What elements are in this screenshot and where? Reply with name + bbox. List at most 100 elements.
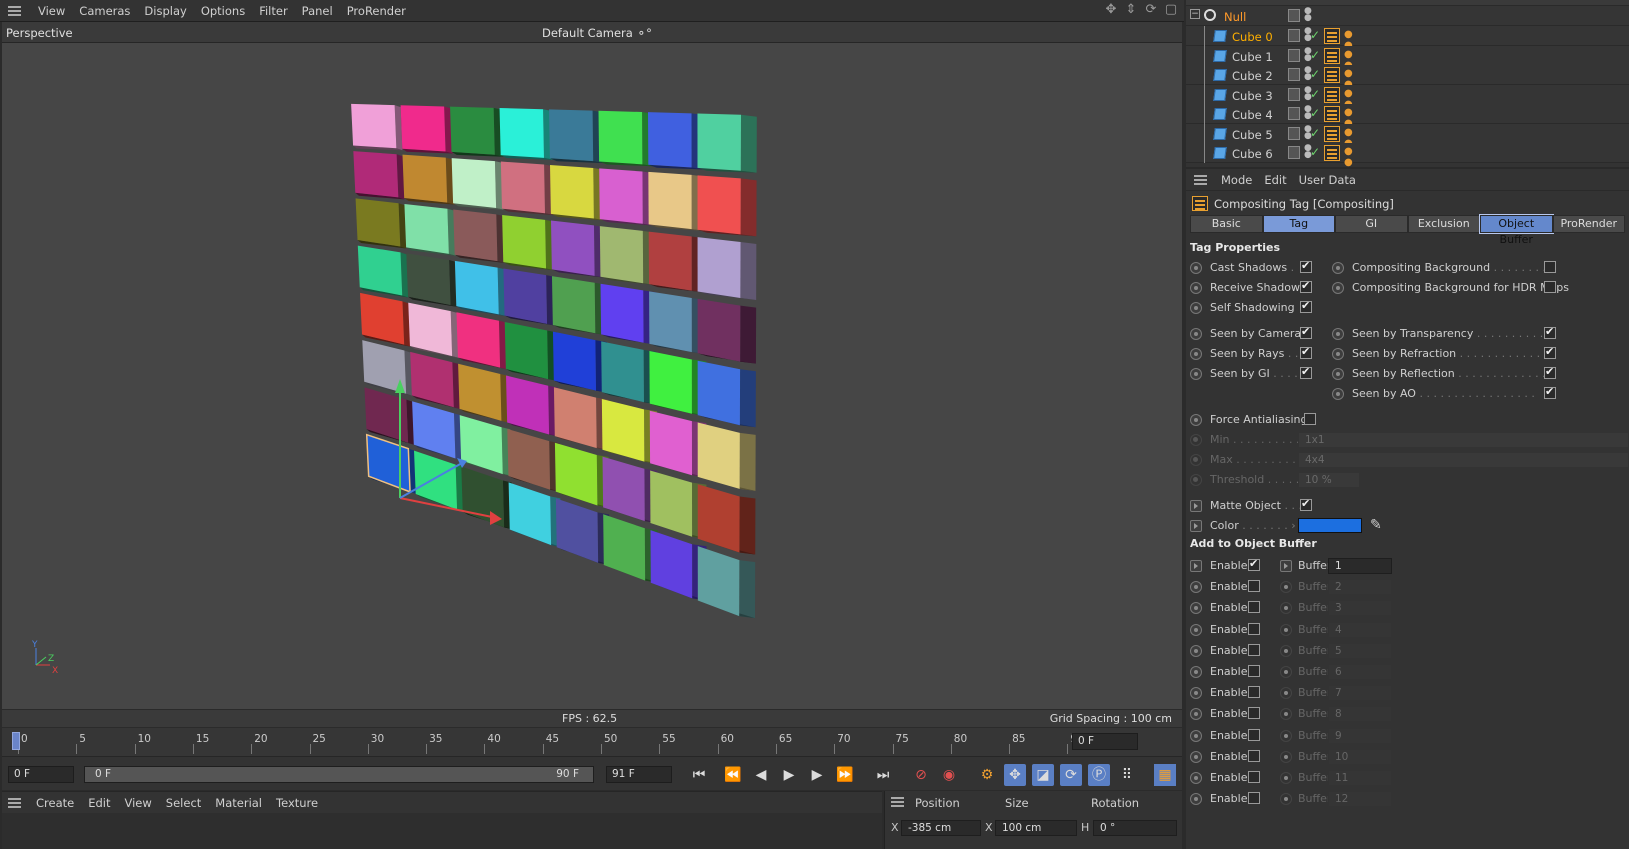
- seen-by-ao-checkbox[interactable]: [1544, 385, 1556, 399]
- cube-face[interactable]: [458, 363, 502, 421]
- editor-visibility-icon[interactable]: [1288, 68, 1300, 81]
- cube-wall-scene[interactable]: Y Z X: [2, 43, 1182, 709]
- cube-face[interactable]: [450, 106, 495, 155]
- keyframe-selection-icon[interactable]: ⚙: [976, 764, 998, 786]
- editor-visibility-icon[interactable]: [1288, 126, 1300, 140]
- rotate-view-icon[interactable]: ⟳: [1144, 3, 1158, 17]
- coord-menu-icon[interactable]: [891, 797, 904, 807]
- end-frame-field[interactable]: 91 F: [606, 766, 672, 783]
- menu-hamburger-icon[interactable]: [8, 5, 21, 16]
- buffer-id-field[interactable]: 1: [1328, 558, 1392, 574]
- buffer-enable-checkbox[interactable]: [1248, 771, 1260, 783]
- object-row[interactable]: Cube 4 ●● ✓ ●●: [1186, 104, 1629, 129]
- buffer-enable-checkbox[interactable]: [1248, 728, 1260, 741]
- key-scale-icon[interactable]: ◪: [1032, 764, 1054, 786]
- compositing-tag-icon[interactable]: [1324, 67, 1340, 83]
- menu-options[interactable]: Options: [194, 4, 252, 18]
- key-pla-icon[interactable]: ⠿: [1116, 764, 1138, 786]
- cube-face[interactable]: [552, 331, 597, 391]
- tab-prorender[interactable]: ProRender: [1552, 215, 1625, 233]
- buffer-enable-checkbox[interactable]: [1248, 580, 1260, 593]
- seen-by-rays-checkbox[interactable]: [1300, 345, 1312, 359]
- enabled-check-icon[interactable]: ✓: [1310, 48, 1320, 62]
- tab-object-buffer[interactable]: Object Buffer: [1479, 214, 1554, 246]
- object-name[interactable]: Null: [1224, 10, 1246, 24]
- anim-toggle-icon[interactable]: [1190, 500, 1202, 512]
- color-picker-icon[interactable]: ✎: [1370, 517, 1388, 535]
- mat-menu-select[interactable]: Select: [159, 796, 208, 810]
- position-x-field[interactable]: -385 cm: [901, 820, 981, 836]
- anim-radio-icon[interactable]: [1190, 708, 1202, 721]
- anim-radio-icon[interactable]: [1190, 368, 1202, 380]
- buffer-id-field[interactable]: 2: [1328, 579, 1392, 596]
- cube-face[interactable]: [414, 450, 458, 510]
- size-x-field[interactable]: 100 cm: [995, 820, 1077, 836]
- object-row[interactable]: Cube 6 ● ● ✓ ● ●: [1186, 143, 1629, 168]
- anim-radio-icon[interactable]: [1190, 729, 1202, 742]
- collapse-icon[interactable]: −: [1190, 9, 1200, 19]
- anim-radio-icon[interactable]: [1190, 282, 1202, 294]
- cube-face[interactable]: [353, 151, 399, 198]
- rotation-h-field[interactable]: 0 °: [1093, 820, 1177, 836]
- object-name[interactable]: Cube 1: [1232, 50, 1273, 64]
- enabled-check-icon[interactable]: ✓: [1310, 126, 1320, 140]
- buffer-enable-checkbox[interactable]: [1248, 643, 1260, 656]
- anim-radio-icon[interactable]: [1190, 348, 1202, 360]
- maximize-view-icon[interactable]: ▢: [1164, 3, 1178, 17]
- cube-face[interactable]: [357, 245, 403, 296]
- 3d-viewport[interactable]: Y Z X: [2, 43, 1182, 709]
- compositing-tag-icon[interactable]: [1324, 145, 1340, 161]
- cube-face[interactable]: [649, 351, 692, 414]
- compositing-background-hdr-checkbox[interactable]: [1544, 281, 1556, 293]
- playhead[interactable]: [12, 732, 20, 750]
- cube-face[interactable]: [351, 103, 397, 149]
- object-row[interactable]: Cube 3 ●● ✓ ●●: [1186, 84, 1629, 110]
- buffer-id-field[interactable]: 9: [1328, 727, 1392, 744]
- anim-radio-icon[interactable]: [1190, 328, 1202, 340]
- material-area[interactable]: [2, 813, 882, 849]
- cast-shadows-checkbox[interactable]: [1300, 259, 1312, 273]
- anim-radio-icon[interactable]: [1280, 666, 1292, 678]
- buffer-id-field[interactable]: 12: [1328, 791, 1392, 808]
- cube-face[interactable]: [506, 375, 550, 435]
- anim-radio-icon[interactable]: [1280, 687, 1292, 700]
- compositing-background-checkbox[interactable]: [1544, 261, 1556, 273]
- compositing-tag-icon[interactable]: [1324, 28, 1340, 44]
- anim-radio-icon[interactable]: [1280, 750, 1292, 763]
- buffer-enable-checkbox[interactable]: [1248, 665, 1260, 677]
- cube-face[interactable]: [649, 410, 693, 476]
- cube-face[interactable]: [601, 398, 645, 462]
- object-row[interactable]: Cube 1 ●● ✓ ●●: [1186, 45, 1629, 71]
- cube-face[interactable]: [404, 203, 449, 254]
- enabled-check-icon[interactable]: ✓: [1310, 87, 1320, 101]
- cube-face[interactable]: [500, 161, 546, 214]
- enabled-check-icon[interactable]: ✓: [1310, 67, 1320, 81]
- anim-radio-icon[interactable]: [1332, 388, 1344, 400]
- cube-face[interactable]: [601, 341, 644, 403]
- timeline-ruler[interactable]: 051015202530354045505560657075808590 0 F: [2, 728, 1182, 756]
- cube-face[interactable]: [697, 237, 741, 298]
- timeline-window-icon[interactable]: ▦: [1154, 764, 1176, 786]
- tab-basic[interactable]: Basic: [1190, 215, 1263, 233]
- buffer-enable-checkbox[interactable]: [1248, 601, 1260, 614]
- record-icon[interactable]: ⊘: [910, 764, 932, 786]
- enabled-check-icon[interactable]: ✓: [1310, 106, 1320, 120]
- cube-face[interactable]: [454, 260, 499, 315]
- force-antialiasing-checkbox[interactable]: [1304, 413, 1316, 425]
- current-frame-field[interactable]: 0 F: [1072, 733, 1138, 750]
- anim-radio-icon[interactable]: [1332, 328, 1344, 340]
- buffer-id-field[interactable]: 10: [1328, 748, 1392, 765]
- attr-menu-edit[interactable]: Edit: [1258, 173, 1292, 187]
- move-view-icon[interactable]: ✥: [1104, 3, 1118, 17]
- buffer-enable-checkbox[interactable]: [1248, 707, 1260, 720]
- anim-radio-icon[interactable]: [1332, 368, 1344, 380]
- compositing-tag-icon[interactable]: [1324, 47, 1340, 64]
- attr-menu-mode[interactable]: Mode: [1215, 173, 1258, 187]
- anim-radio-icon[interactable]: [1190, 602, 1202, 615]
- anim-radio-icon[interactable]: [1280, 644, 1292, 657]
- anim-radio-icon[interactable]: [1190, 302, 1202, 314]
- editor-visibility-icon[interactable]: [1288, 146, 1300, 159]
- anim-radio-icon[interactable]: [1332, 348, 1344, 360]
- enabled-check-icon[interactable]: ✓: [1310, 28, 1320, 42]
- material-menu-icon[interactable]: [8, 797, 21, 808]
